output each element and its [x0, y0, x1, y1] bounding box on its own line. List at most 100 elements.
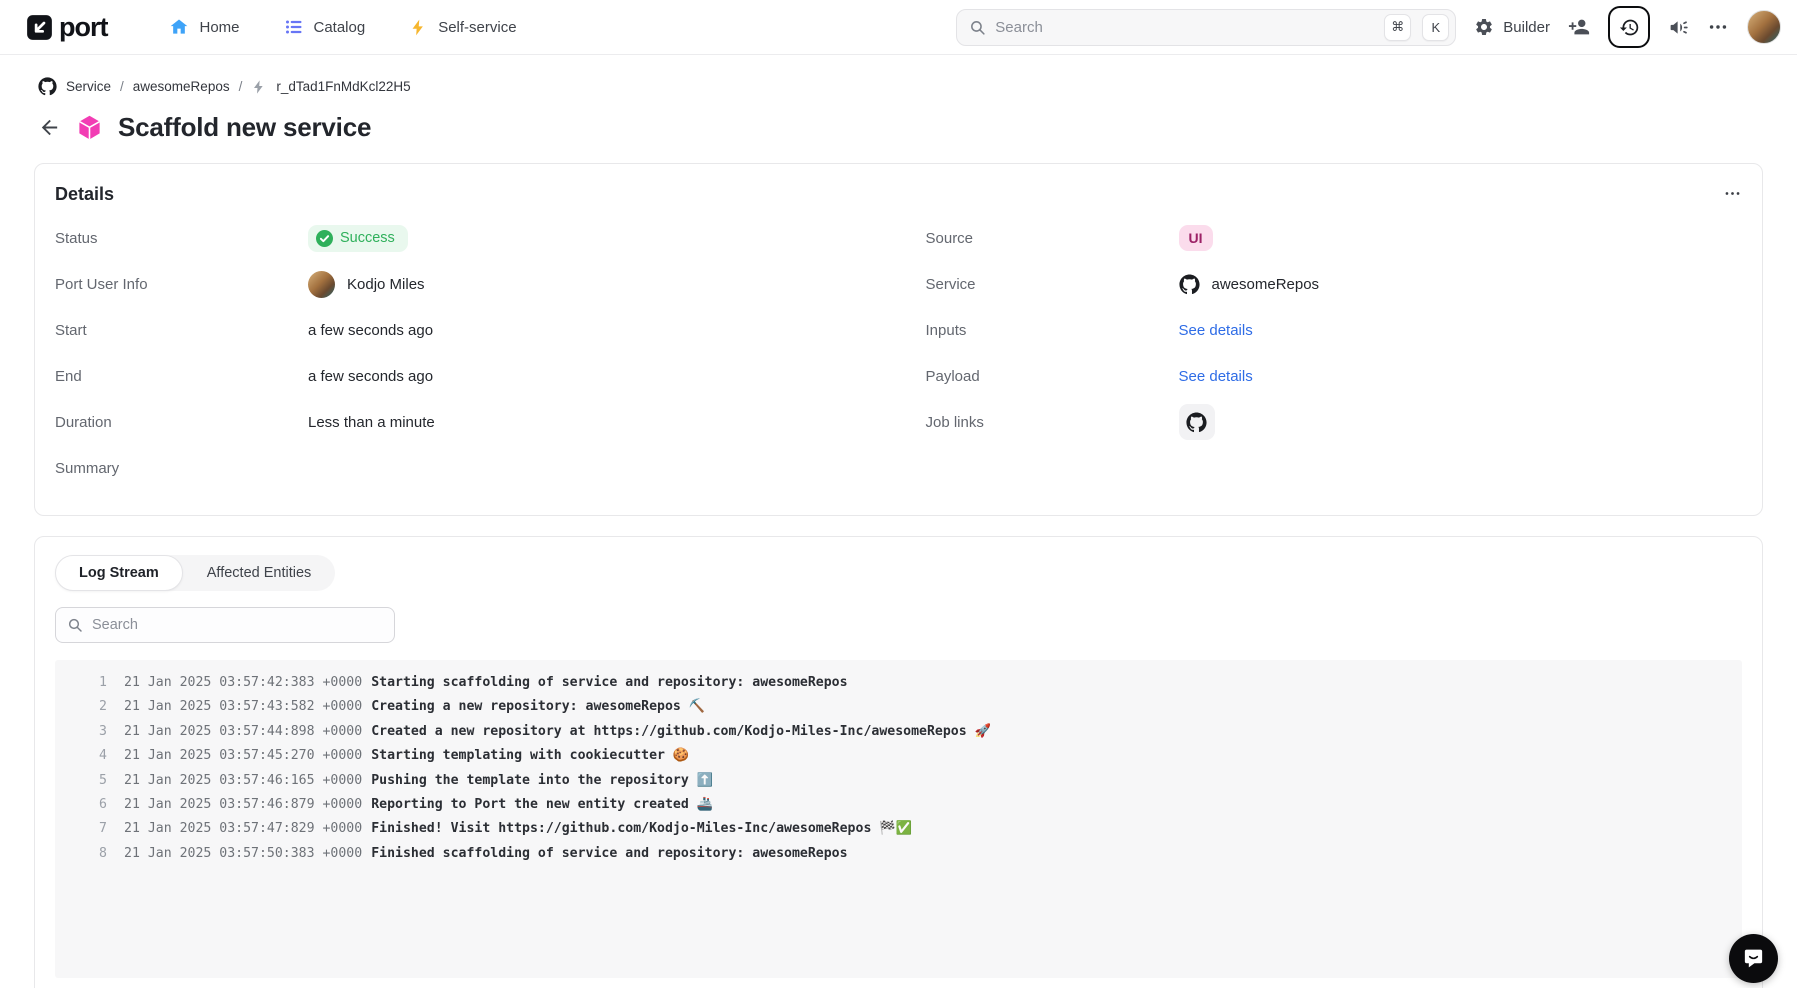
main-nav: Home Catalog Self-service	[169, 17, 516, 37]
detail-label: Source	[926, 230, 1179, 247]
port-logo-text: port	[59, 12, 107, 43]
detail-label: Duration	[55, 414, 308, 431]
log-line: 6 21 Jan 2025 03:57:46:879 +0000 Reporti…	[69, 793, 1728, 817]
detail-label: Job links	[926, 414, 1179, 431]
log-line: 8 21 Jan 2025 03:57:50:383 +0000 Finishe…	[69, 842, 1728, 866]
log-tabs: Log Stream Affected Entities	[55, 555, 335, 591]
kbd-k: K	[1422, 14, 1449, 41]
builder-button[interactable]: Builder	[1474, 17, 1550, 37]
github-icon	[1186, 412, 1207, 433]
detail-row-inputs: Inputs See details	[926, 307, 1743, 353]
log-message: Finished scaffolding of service and repo…	[371, 842, 847, 866]
job-link-github-button[interactable]	[1179, 404, 1215, 440]
detail-row-start: Start a few seconds ago	[55, 307, 872, 353]
start-value: a few seconds ago	[308, 322, 872, 339]
detail-row-job-links: Job links	[926, 399, 1743, 445]
detail-label: Inputs	[926, 322, 1179, 339]
search-icon	[969, 19, 986, 36]
details-right-column: Source UI Service awesomeRepos Inputs Se…	[926, 215, 1743, 491]
port-logo-icon	[26, 14, 53, 41]
detail-label: End	[55, 368, 308, 385]
payload-see-details-link[interactable]: See details	[1179, 368, 1253, 385]
log-timestamp: 21 Jan 2025 03:57:44:898 +0000	[124, 720, 362, 744]
back-button[interactable]	[38, 116, 61, 139]
chat-icon	[1741, 946, 1766, 971]
source-badge: UI	[1179, 225, 1213, 251]
detail-label: Payload	[926, 368, 1179, 385]
log-line-number: 7	[69, 817, 107, 841]
log-message: Created a new repository at https://gith…	[371, 720, 991, 744]
nav-self-service[interactable]: Self-service	[409, 18, 516, 37]
invite-user-icon	[1568, 16, 1590, 38]
details-title: Details	[55, 184, 114, 205]
tab-affected-entities[interactable]: Affected Entities	[183, 555, 336, 591]
breadcrumb-separator: /	[239, 79, 243, 94]
runs-history-button[interactable]	[1608, 6, 1650, 48]
global-search-input[interactable]	[995, 19, 1373, 36]
service-entity-link[interactable]: awesomeRepos	[1179, 274, 1743, 295]
announcements-button[interactable]	[1668, 17, 1689, 38]
global-search[interactable]: ⌘ K	[956, 9, 1456, 46]
invite-user-button[interactable]	[1568, 16, 1590, 38]
log-line-number: 5	[69, 769, 107, 793]
detail-label: Service	[926, 276, 1179, 293]
success-check-icon	[316, 230, 333, 247]
page-header: Scaffold new service	[0, 96, 1797, 143]
details-more-button[interactable]	[1723, 184, 1742, 203]
end-value: a few seconds ago	[308, 368, 872, 385]
log-timestamp: 21 Jan 2025 03:57:50:383 +0000	[124, 842, 362, 866]
log-message: Finished! Visit https://github.com/Kodjo…	[371, 817, 912, 841]
log-line: 5 21 Jan 2025 03:57:46:165 +0000 Pushing…	[69, 769, 1728, 793]
breadcrumb: Service / awesomeRepos / r_dTad1FnMdKcl2…	[0, 55, 1797, 96]
log-line-number: 4	[69, 744, 107, 768]
builder-label: Builder	[1503, 19, 1550, 36]
port-logo[interactable]: port	[26, 12, 107, 43]
detail-row-source: Source UI	[926, 215, 1743, 261]
log-message: Starting templating with cookiecutter 🍪	[371, 744, 689, 768]
log-search-input[interactable]	[92, 617, 383, 633]
more-icon	[1707, 16, 1729, 38]
details-left-column: Status Success Port User Info Kodjo Mile…	[55, 215, 872, 491]
breadcrumb-repo[interactable]: awesomeRepos	[133, 79, 230, 94]
status-badge-label: Success	[340, 230, 395, 246]
log-timestamp: 21 Jan 2025 03:57:43:582 +0000	[124, 695, 362, 719]
catalog-icon	[284, 17, 304, 37]
self-service-icon	[409, 18, 428, 37]
log-search[interactable]	[55, 607, 395, 643]
top-navbar: port Home Catalog Self-service	[0, 0, 1797, 55]
detail-label: Summary	[55, 460, 308, 477]
detail-row-duration: Duration Less than a minute	[55, 399, 872, 445]
log-line: 3 21 Jan 2025 03:57:44:898 +0000 Created…	[69, 720, 1728, 744]
service-name: awesomeRepos	[1212, 276, 1320, 293]
home-icon	[169, 17, 189, 37]
log-timestamp: 21 Jan 2025 03:57:46:879 +0000	[124, 793, 362, 817]
github-icon	[1179, 274, 1200, 295]
tab-log-stream[interactable]: Log Stream	[55, 555, 183, 591]
log-timestamp: 21 Jan 2025 03:57:47:829 +0000	[124, 817, 362, 841]
log-timestamp: 21 Jan 2025 03:57:46:165 +0000	[124, 769, 362, 793]
log-timestamp: 21 Jan 2025 03:57:45:270 +0000	[124, 744, 362, 768]
log-line-number: 2	[69, 695, 107, 719]
detail-row-summary: Summary	[55, 445, 872, 491]
details-card: Details Status Success Port User Inf	[34, 163, 1763, 516]
log-line-number: 8	[69, 842, 107, 866]
more-menu-button[interactable]	[1707, 16, 1729, 38]
user-avatar[interactable]	[1747, 10, 1781, 44]
log-line-number: 6	[69, 793, 107, 817]
log-message: Creating a new repository: awesomeRepos …	[371, 695, 705, 719]
nav-catalog[interactable]: Catalog	[284, 17, 366, 37]
nav-self-service-label: Self-service	[438, 19, 516, 36]
log-output[interactable]: 1 21 Jan 2025 03:57:42:383 +0000 Startin…	[55, 660, 1742, 978]
chat-widget-button[interactable]	[1729, 934, 1778, 983]
breadcrumb-service[interactable]: Service	[66, 79, 111, 94]
log-message: Reporting to Port the new entity created…	[371, 793, 713, 817]
page-title: Scaffold new service	[118, 112, 371, 143]
detail-label: Start	[55, 322, 308, 339]
detail-row-service: Service awesomeRepos	[926, 261, 1743, 307]
log-line-number: 1	[69, 671, 107, 695]
nav-catalog-label: Catalog	[314, 19, 366, 36]
inputs-see-details-link[interactable]: See details	[1179, 322, 1253, 339]
log-message: Pushing the template into the repository…	[371, 769, 713, 793]
nav-home[interactable]: Home	[169, 17, 239, 37]
run-lightning-icon	[251, 79, 267, 95]
